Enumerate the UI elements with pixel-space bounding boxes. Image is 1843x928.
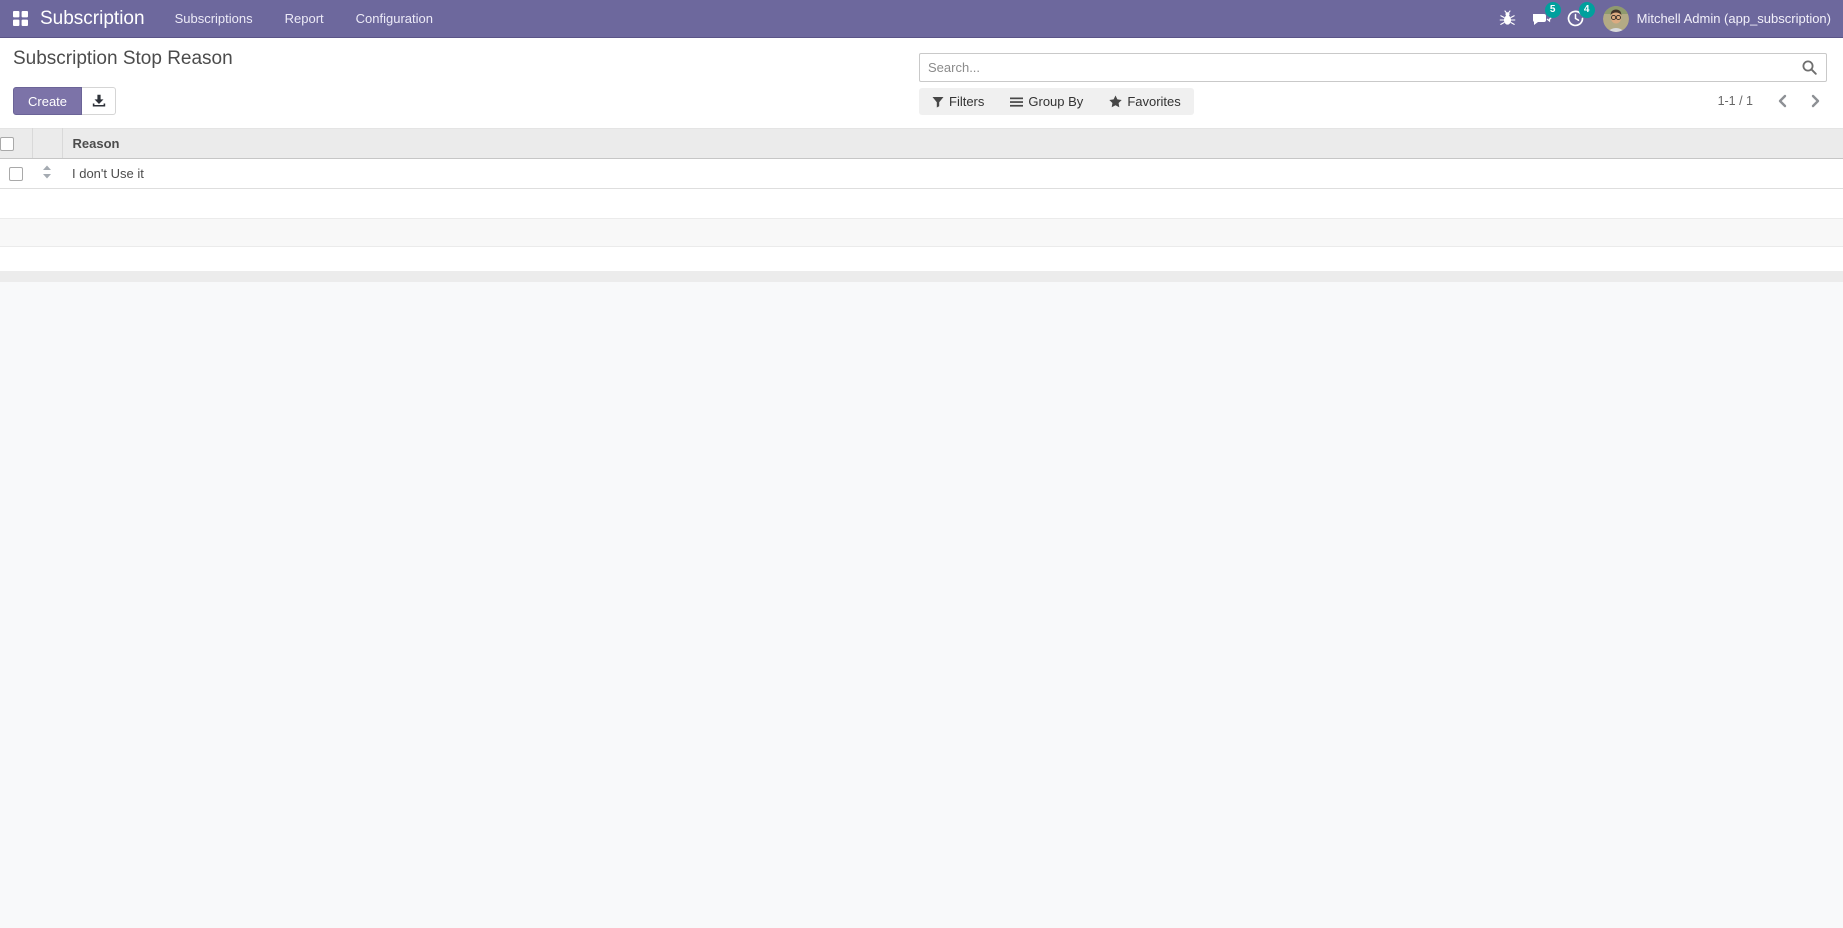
pager-previous-button[interactable] [1771,92,1794,110]
empty-row [0,218,1843,247]
table-header-row: Reason [0,128,1843,159]
group-by-icon [1010,97,1024,107]
search-icon[interactable] [1801,59,1818,81]
action-buttons: Create [13,87,117,115]
group-by-label: Group By [1028,94,1084,109]
empty-row [0,246,1843,271]
activities-count-badge[interactable]: 4 [1578,1,1595,18]
create-button[interactable]: Create [13,87,83,115]
messages-count-badge[interactable]: 5 [1544,1,1561,18]
group-by-button[interactable]: Group By [1010,94,1083,109]
select-all-checkbox[interactable] [0,137,14,152]
menu-configuration[interactable]: Configuration [340,0,449,38]
row-checkbox-cell [0,159,32,189]
filters-button[interactable]: Filters [932,94,984,109]
page-background [0,281,1843,927]
chevron-right-icon [1811,94,1820,108]
row-reason-value: I don't Use it [72,166,144,181]
table-tail-band [0,270,1843,282]
avatar[interactable] [1602,5,1629,32]
apps-menu-button[interactable] [0,0,40,38]
menu-report[interactable]: Report [269,0,340,38]
column-header-reason[interactable]: Reason [62,128,1843,159]
search-input[interactable] [919,53,1827,82]
control-panel-row-top: Subscription Stop Reason [13,46,1827,82]
favorites-label: Favorites [1127,94,1181,109]
filters-label: Filters [949,94,985,109]
empty-row [0,188,1843,219]
row-checkbox[interactable] [9,167,23,182]
bug-icon [1499,10,1516,25]
search-options-bar: Filters Group By Favorites [919,88,1194,115]
view-container: Subscription Stop Reason Create [0,38,1843,282]
pager-value: 1-1 / 1 [1717,94,1753,108]
user-menu[interactable]: Mitchell Admin (app_subscription) [1637,11,1831,26]
pager: 1-1 / 1 [1718,87,1827,115]
debug-bug-button[interactable] [1493,0,1523,38]
page-title: Subscription Stop Reason [13,48,233,69]
pager-next-button[interactable] [1804,92,1827,110]
activities-button[interactable]: 4 [1561,0,1595,38]
messages-button[interactable]: 5 [1527,0,1561,38]
row-handle-cell [32,159,62,189]
menu-subscriptions[interactable]: Subscriptions [159,0,269,38]
search-box [919,53,1827,82]
favorites-button[interactable]: Favorites [1109,94,1181,109]
star-icon [1109,95,1123,108]
drag-handle-icon[interactable] [42,165,52,182]
download-icon [92,94,105,107]
app-brand-title[interactable]: Subscription [40,8,145,30]
control-panel-row-bottom: Create Filters Group By Favorites 1-1 / … [13,87,1827,115]
control-panel: Subscription Stop Reason Create [0,38,1843,115]
chevron-left-icon [1778,94,1787,108]
main-menu: Subscriptions Report Configuration [159,0,449,38]
filter-funnel-icon [932,96,944,107]
header-handle-cell [32,128,63,159]
avatar-image [1602,5,1629,32]
table-row[interactable]: I don't Use it [0,158,1843,189]
header-checkbox-cell [0,128,33,159]
export-button[interactable] [82,87,117,115]
top-navbar: Subscription Subscriptions Report Config… [0,0,1843,38]
systray: 5 4 Mitchell Admin (app_subscription) [1489,0,1843,38]
list-view-table: Reason I don't Use it [0,128,1843,271]
apps-grid-icon [12,11,28,26]
